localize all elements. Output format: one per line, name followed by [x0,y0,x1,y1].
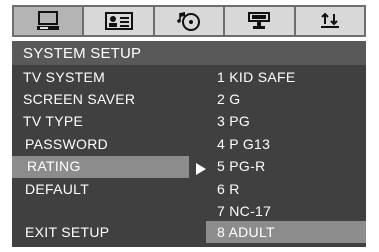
tab-video[interactable] [225,7,296,35]
setup-screen: SYSTEM SETUP TV SYSTEM SCREEN SAVER TV T… [0,0,379,252]
id-card-icon [104,12,133,30]
rating-option-pg[interactable]: 3 PG [217,113,250,129]
menu-item-exit-setup[interactable]: EXIT SETUP [25,224,109,240]
menu-item-tv-type[interactable]: TV TYPE [23,113,83,129]
rating-option-r[interactable]: 6 R [217,181,240,197]
speaker-icon [248,12,271,29]
music-disc-icon [177,12,201,31]
page-title: SYSTEM SETUP [23,45,142,62]
rating-option-kid-safe[interactable]: 1 KID SAFE [217,69,295,85]
menu-item-password[interactable]: PASSWORD [25,136,108,152]
rating-option-pg-r[interactable]: 5 PG-R [217,158,265,174]
menu-item-default[interactable]: DEFAULT [25,181,89,197]
menu-item-rating[interactable]: RATING [27,158,81,174]
rating-option-nc17[interactable]: 7 NC-17 [217,203,271,219]
menu-item-screen-saver[interactable]: SCREEN SAVER [23,91,135,107]
menu-item-tv-system[interactable]: TV SYSTEM [23,69,105,85]
monitor-icon [37,11,60,30]
tab-audio[interactable] [155,7,226,35]
rating-option-adult[interactable]: 8 ADULT [217,224,275,240]
tab-preferences[interactable] [296,7,364,35]
rating-option-pg13[interactable]: 4 P G13 [217,136,270,152]
tab-system[interactable] [14,7,85,35]
rating-option-g[interactable]: 2 G [217,91,240,107]
setup-menu-panel: SYSTEM SETUP TV SYSTEM SCREEN SAVER TV T… [12,41,366,247]
category-tabs [12,5,366,37]
equalizer-icon [320,12,339,28]
pointer-arrow-icon [196,163,206,175]
tab-language[interactable] [84,7,155,35]
